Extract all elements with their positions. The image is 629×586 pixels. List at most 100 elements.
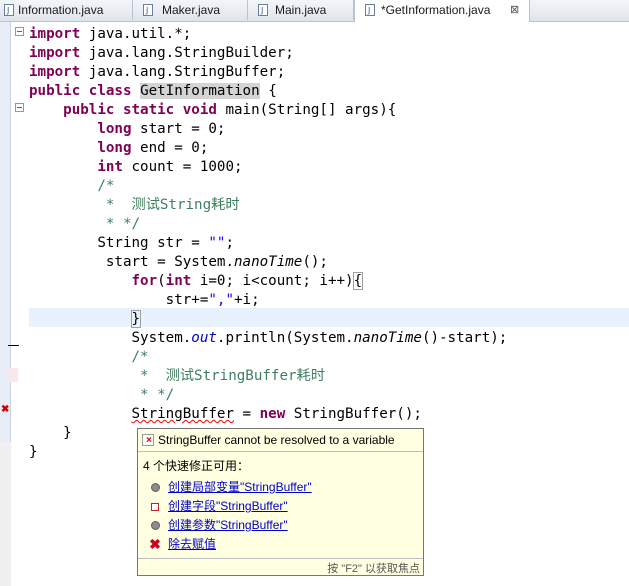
- code-token: public: [29, 83, 81, 99]
- code-token: "": [208, 235, 226, 251]
- svg-text:J: J: [6, 6, 9, 15]
- code-token: ();: [302, 254, 328, 270]
- code-comment: * 测试StringBuffer耗时: [29, 367, 507, 386]
- code-token: nanoTime: [234, 254, 303, 270]
- code-token: long: [97, 140, 132, 156]
- code-line: str+=","+i;: [29, 291, 507, 310]
- code-token: import: [29, 64, 81, 80]
- create-field-link[interactable]: 创建字段"StringBuffer": [168, 497, 288, 516]
- code-token: +i;: [234, 292, 260, 308]
- code-token: count = 1000;: [122, 159, 243, 175]
- code-token: class: [88, 83, 132, 99]
- tab-label: *GetInformation.java: [381, 3, 491, 17]
- tab-main-java[interactable]: J Main.java: [248, 0, 354, 20]
- tab-information-java[interactable]: J Information.java: [0, 0, 133, 20]
- code-token: java.lang.StringBuilder;: [80, 45, 294, 61]
- code-token: .println(System.: [216, 330, 354, 346]
- code-line: long start = 0;: [29, 120, 507, 139]
- warning-marker: [8, 368, 18, 382]
- java-file-icon: J: [143, 4, 153, 16]
- code-token: long: [97, 121, 132, 137]
- code-line: StringBuffer = new StringBuffer();: [29, 405, 507, 424]
- code-token: }: [63, 425, 72, 441]
- quick-fix-count: 4 个快速修正可用：: [143, 459, 250, 473]
- svg-text:J: J: [367, 6, 370, 15]
- code-token: (: [157, 273, 166, 289]
- code-line: public static void main(String[] args){: [29, 101, 507, 120]
- tab-getinformation-java[interactable]: J *GetInformation.java ⊠: [354, 0, 530, 22]
- code-token: nanoTime: [353, 330, 422, 346]
- code-token: StringBuffer();: [285, 406, 422, 422]
- code-token: end = 0;: [131, 140, 209, 156]
- java-file-icon: J: [258, 4, 268, 16]
- code-line: int count = 1000;: [29, 158, 507, 177]
- code-token: * */: [97, 216, 141, 232]
- code-token: import: [29, 45, 81, 61]
- code-token: start = System.: [105, 254, 234, 270]
- code-line: }: [29, 310, 507, 329]
- remove-icon: ✖: [149, 536, 161, 552]
- code-comment: /*: [29, 348, 507, 367]
- code-token: }: [130, 310, 141, 328]
- code-token: public: [63, 102, 115, 118]
- code-token: void: [182, 102, 217, 118]
- quick-fix-popup[interactable]: StringBuffer cannot be resolved to a var…: [137, 428, 424, 576]
- code-token: start = 0;: [131, 121, 226, 137]
- quick-fix-title: StringBuffer cannot be resolved to a var…: [142, 431, 420, 450]
- tab-maker-java[interactable]: J Maker.java: [133, 0, 248, 20]
- code-token: import: [29, 26, 81, 42]
- focus-hint: 按 "F2" 以获取焦点: [327, 563, 420, 575]
- close-tab-icon[interactable]: ⊠: [510, 0, 519, 20]
- class-name: GetInformation: [140, 83, 260, 99]
- code-token: =: [234, 406, 260, 422]
- code-line: start = System.nanoTime();: [29, 253, 507, 272]
- code-line: import java.util.*;: [29, 25, 507, 44]
- parameter-icon: [148, 516, 162, 536]
- tab-label: Maker.java: [162, 3, 221, 17]
- error-icon: [142, 432, 154, 450]
- code-comment: /*: [29, 177, 507, 196]
- code-token: {: [352, 272, 364, 290]
- code-token: java.lang.StringBuffer;: [80, 64, 286, 80]
- code-token: }: [29, 444, 38, 460]
- code-comment: * */: [29, 215, 507, 234]
- create-local-variable-link[interactable]: 创建局部变量"StringBuffer": [168, 478, 312, 497]
- svg-text:J: J: [260, 6, 263, 15]
- code-token: {: [259, 83, 277, 99]
- fold-collapse-icon[interactable]: [15, 103, 24, 112]
- java-file-icon: J: [4, 4, 14, 16]
- fold-collapse-icon[interactable]: [15, 27, 24, 36]
- code-token: main(String[] args){: [216, 102, 397, 118]
- tab-label: Main.java: [275, 3, 327, 17]
- code-editor[interactable]: import java.util.*; import java.lang.Str…: [29, 25, 507, 462]
- create-parameter-link[interactable]: 创建参数"StringBuffer": [168, 516, 288, 535]
- code-token: i=0; i<count; i++): [191, 273, 354, 289]
- code-token: java.util.*;: [80, 26, 192, 42]
- divider: [138, 558, 423, 559]
- text-caret: [140, 311, 142, 327]
- code-comment: * */: [29, 386, 507, 405]
- code-token: * 测试StringBuffer耗时: [131, 368, 325, 384]
- remove-assignment-link[interactable]: 除去赋值: [168, 535, 216, 554]
- code-token: ;: [225, 235, 235, 251]
- code-token: out: [191, 330, 217, 346]
- code-token: ()-start);: [421, 330, 508, 346]
- code-line: long end = 0;: [29, 139, 507, 158]
- code-token: String str =: [97, 235, 209, 251]
- code-line: System.out.println(System.nanoTime()-sta…: [29, 329, 508, 348]
- code-line: public class GetInformation {: [29, 82, 507, 101]
- code-token: System.: [131, 330, 192, 346]
- code-line: String str = "";: [29, 234, 507, 253]
- local-variable-icon: [148, 478, 162, 498]
- field-icon: [148, 497, 162, 517]
- error-token: StringBuffer: [131, 406, 235, 422]
- code-token: /*: [131, 349, 149, 365]
- code-token: int: [165, 273, 192, 289]
- divider: [138, 451, 423, 452]
- code-token: * 测试String耗时: [97, 197, 240, 213]
- error-marker-icon[interactable]: ✖: [1, 404, 10, 415]
- code-token: ",": [208, 292, 235, 308]
- code-line: import java.lang.StringBuilder;: [29, 44, 507, 63]
- code-token: for: [131, 273, 158, 289]
- line-marker: [8, 345, 19, 346]
